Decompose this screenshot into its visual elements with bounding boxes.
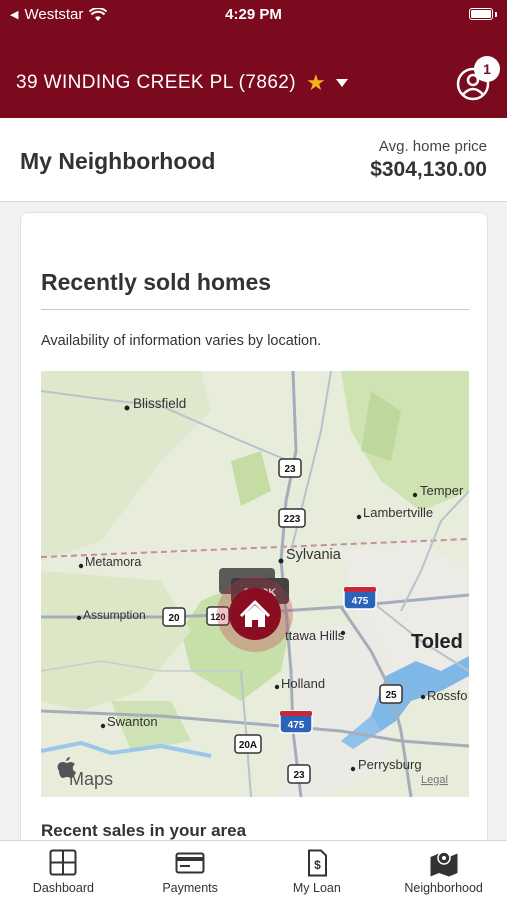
tab-label: Payments — [162, 881, 218, 895]
highway-shield: 475 — [352, 596, 369, 607]
legal-link[interactable]: Legal — [421, 774, 448, 786]
highway-shield: 23 — [293, 770, 305, 781]
tab-label: Neighborhood — [404, 881, 483, 895]
highway-shield: 25 — [385, 690, 397, 701]
neighborhood-map[interactable]: Blissfield Sylvania Metamora Assumption … — [41, 371, 469, 797]
neighborhood-icon — [430, 851, 458, 877]
battery-tip — [495, 12, 497, 17]
tab-dashboard[interactable]: Dashboard — [0, 841, 127, 900]
my-loan-icon: $ — [307, 849, 327, 877]
place-label: Holland — [281, 676, 325, 691]
place-label: Metamora — [85, 555, 141, 569]
tab-bar: Dashboard Payments $ My Loan Neighborhoo… — [0, 840, 507, 900]
favorite-star-icon[interactable]: ★ — [306, 72, 326, 94]
place-label: ttawa Hills — [285, 628, 345, 643]
avg-price-label: Avg. home price — [378, 138, 487, 155]
highway-shield: 23 — [284, 464, 296, 475]
availability-note: Availability of information varies by lo… — [41, 333, 322, 349]
highway-shield: 20A — [239, 740, 257, 751]
home-location-marker[interactable] — [217, 576, 293, 652]
place-label: Assumption — [83, 608, 146, 622]
neighborhood-header: My Neighborhood Avg. home price $304,130… — [0, 118, 507, 202]
highway-shield: 20 — [168, 613, 180, 624]
place-label: Perrysburg — [358, 757, 422, 772]
property-address: 39 WINDING CREEK PL (7862) — [16, 72, 296, 93]
map-canvas[interactable]: Blissfield Sylvania Metamora Assumption … — [41, 371, 469, 797]
recent-sales-title: Recent sales in your area — [41, 821, 247, 840]
place-label: Rossfo — [427, 688, 467, 703]
place-label: Lambertville — [363, 505, 433, 520]
payments-icon — [175, 852, 205, 874]
recently-sold-card: Recently sold homes Availability of info… — [20, 212, 488, 872]
dashboard-icon — [49, 849, 77, 876]
place-label: Toled — [411, 631, 463, 653]
property-selector[interactable]: 39 WINDING CREEK PL (7862) ★ — [16, 72, 348, 94]
place-label: Temper — [420, 483, 464, 498]
place-label: Blissfield — [133, 396, 186, 411]
tab-payments[interactable]: Payments — [127, 841, 254, 900]
divider — [41, 309, 469, 310]
tab-my-loan[interactable]: $ My Loan — [254, 841, 381, 900]
svg-text:$: $ — [314, 858, 321, 872]
tab-label: Dashboard — [32, 881, 94, 895]
avg-price-value: $304,130.00 — [370, 158, 487, 181]
place-label: Sylvania — [286, 547, 342, 563]
highway-shield: 223 — [284, 514, 301, 525]
status-bar: ◀ Weststar 4:29 PM — [0, 0, 507, 30]
maps-label: Maps — [69, 769, 113, 789]
battery-icon — [469, 8, 493, 20]
notification-badge[interactable]: 1 — [474, 56, 500, 82]
card-title: Recently sold homes — [41, 269, 272, 295]
page-title: My Neighborhood — [20, 148, 216, 174]
tab-neighborhood[interactable]: Neighborhood — [380, 841, 507, 900]
tab-label: My Loan — [292, 881, 341, 895]
place-label: Swanton — [107, 714, 158, 729]
status-time: 4:29 PM — [225, 6, 282, 23]
highway-shield: 475 — [288, 720, 305, 731]
app-header: ◀ Weststar 4:29 PM 39 WINDING CREEK PL (… — [0, 0, 507, 118]
chevron-down-icon[interactable] — [335, 79, 348, 87]
